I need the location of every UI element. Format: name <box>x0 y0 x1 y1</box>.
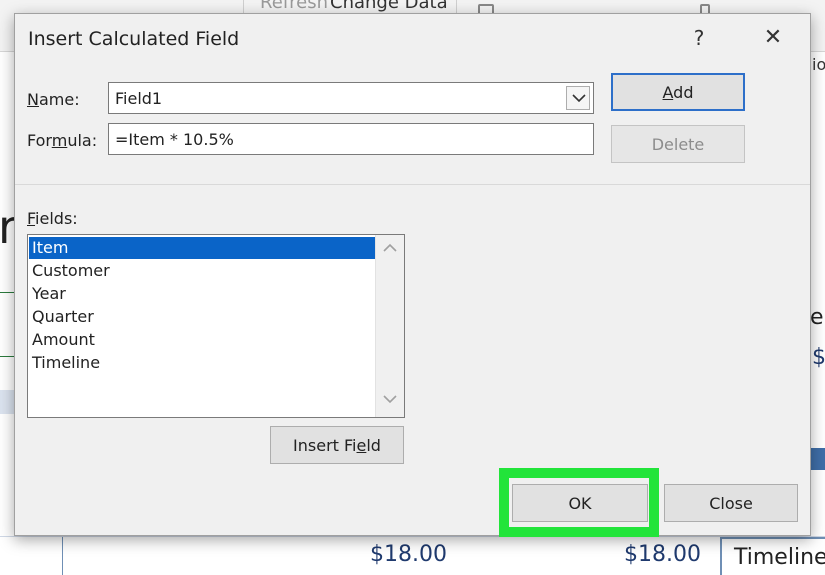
formula-label-accesskey: m <box>51 131 68 150</box>
fields-label-text: ields: <box>35 209 78 228</box>
chevron-down-icon[interactable] <box>566 86 590 110</box>
list-item[interactable]: Quarter <box>29 306 375 328</box>
formula-input[interactable] <box>109 124 593 154</box>
dialog-title: Insert Calculated Field <box>28 28 240 50</box>
list-item[interactable]: Amount <box>29 329 375 351</box>
dialog-divider <box>15 184 810 185</box>
insert-field-text: Insert Fi <box>293 435 357 455</box>
chevron-down-icon[interactable] <box>383 395 397 404</box>
formula-label-text: ula: <box>67 131 98 150</box>
insert-calculated-field-dialog: Insert Calculated Field ? ✕ Name: Field1… <box>14 13 811 536</box>
name-label-text: ame: <box>38 90 80 109</box>
formula-field[interactable] <box>108 123 594 155</box>
grid-line <box>0 536 825 537</box>
delete-button[interactable]: Delete <box>611 125 745 163</box>
insert-field-text: ld <box>366 435 381 455</box>
sheet-fragment: $ <box>812 345 825 370</box>
timeline-slicer[interactable]: Timeline <box>720 537 825 575</box>
name-value: Field1 <box>115 89 163 108</box>
list-item[interactable]: Year <box>29 283 375 305</box>
fields-label-accesskey: F <box>27 209 36 228</box>
add-button[interactable]: Add <box>611 73 745 111</box>
listbox-scrollbar[interactable] <box>375 235 404 417</box>
list-item[interactable]: Customer <box>29 260 375 282</box>
grid-line <box>62 536 63 575</box>
fields-label: Fields: <box>27 209 78 228</box>
ok-highlight-frame <box>499 468 659 537</box>
ribbon-fragment: io <box>812 55 825 74</box>
help-icon[interactable]: ? <box>685 22 713 54</box>
cell-amount: $18.00 <box>370 542 447 567</box>
insert-field-accesskey: e <box>356 435 367 455</box>
ribbon-change-data[interactable]: Change Data <box>330 0 448 13</box>
insert-field-button[interactable]: Insert Field <box>270 426 404 464</box>
formula-label-text: For <box>27 131 52 150</box>
list-item[interactable]: Timeline <box>29 352 375 374</box>
add-label-text: dd <box>673 82 694 102</box>
add-accesskey: A <box>662 82 674 102</box>
name-label-accesskey: N <box>27 90 39 109</box>
grid-band <box>811 448 825 470</box>
close-button[interactable]: Close <box>664 484 798 522</box>
sheet-fragment: e <box>810 305 824 330</box>
ribbon-refresh[interactable]: Refresh <box>260 0 328 13</box>
grid-line <box>0 292 14 293</box>
fields-listbox[interactable]: Item Customer Year Quarter Amount Timeli… <box>27 234 405 418</box>
name-combobox[interactable]: Field1 <box>108 82 594 114</box>
grid-line <box>0 356 14 357</box>
grid-band <box>0 390 14 414</box>
name-label: Name: <box>27 90 80 109</box>
close-icon[interactable]: ✕ <box>755 22 791 54</box>
formula-label: Formula: <box>27 131 97 150</box>
cell-amount: $18.00 <box>624 542 701 567</box>
chevron-up-icon[interactable] <box>383 243 397 252</box>
list-item[interactable]: Item <box>29 237 375 259</box>
